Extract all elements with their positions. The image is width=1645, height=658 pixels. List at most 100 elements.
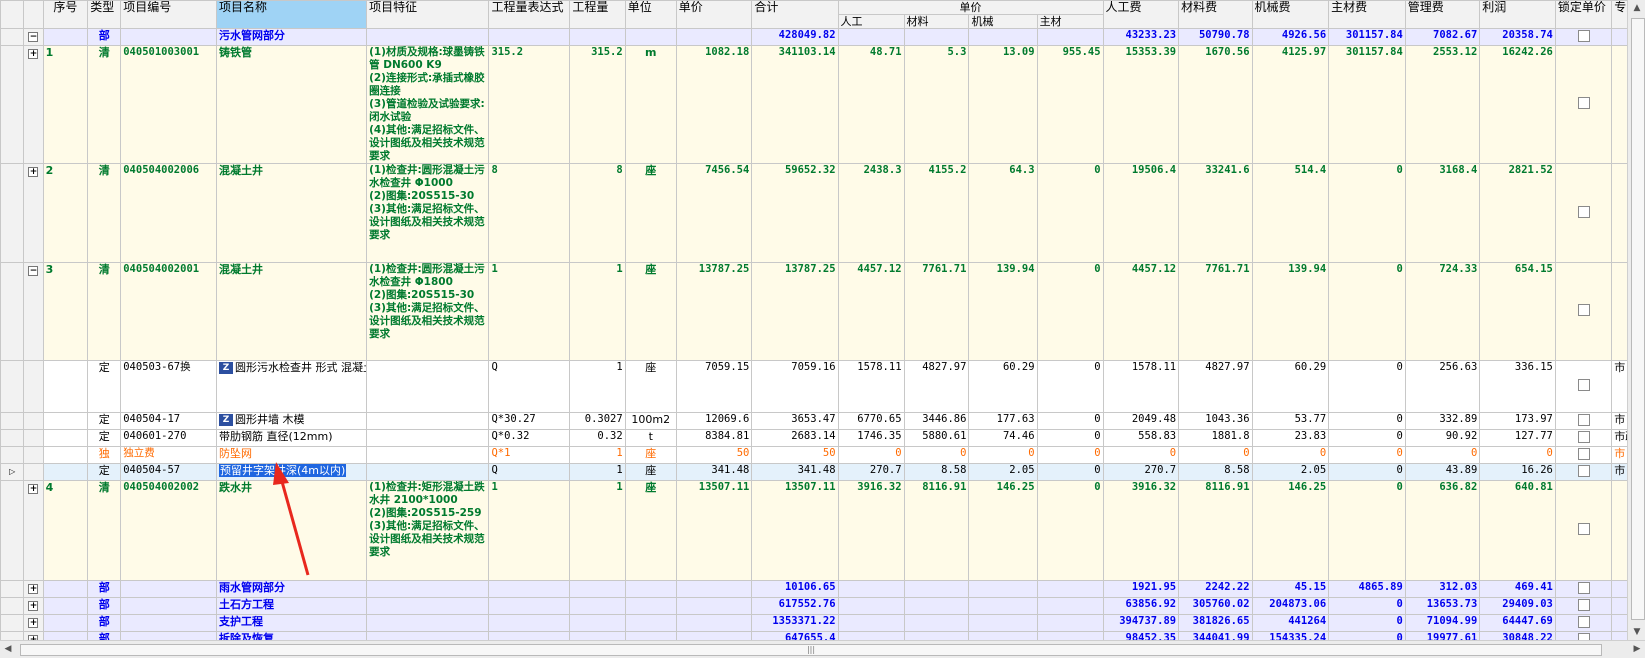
- cell-lock-price[interactable]: [1554, 163, 1613, 263]
- cell-profit[interactable]: 20358.74: [1479, 28, 1556, 46]
- cell-unit[interactable]: 座: [624, 463, 677, 481]
- cell-feature[interactable]: [366, 580, 490, 598]
- cell-material[interactable]: 4827.97: [903, 360, 970, 413]
- cell-material-fee[interactable]: 4827.97: [1178, 360, 1253, 413]
- bill-of-quantities-grid[interactable]: 序号 类型 项目编号 项目名称 项目特征 工程量表达式 工程量 单位 单价 合计…: [0, 0, 1627, 640]
- cell-code[interactable]: [120, 614, 218, 632]
- cell-material-fee[interactable]: 33241.6: [1178, 163, 1253, 263]
- cell-lock-price[interactable]: [1554, 580, 1613, 598]
- lock-price-checkbox[interactable]: [1577, 413, 1590, 426]
- cell-material-fee[interactable]: 1881.8: [1178, 429, 1253, 447]
- cell-lock-price[interactable]: [1554, 597, 1613, 615]
- cell-qty[interactable]: 1: [569, 480, 626, 581]
- cell-unit-price[interactable]: 50: [675, 446, 753, 464]
- cell-machine-fee[interactable]: 441264: [1251, 614, 1330, 632]
- col-header-feature[interactable]: 项目特征: [366, 0, 490, 29]
- cell-total[interactable]: 647655.4: [751, 631, 839, 640]
- cell-unit-price[interactable]: 1082.18: [675, 45, 753, 164]
- expand-icon[interactable]: +: [28, 618, 39, 628]
- cell-labor[interactable]: 270.7: [837, 463, 905, 481]
- table-row[interactable]: +4 清 040504002002 跌水井 (1)检查井:矩形混凝土跌水井 2100*1…: [0, 480, 1627, 581]
- cell-seq[interactable]: [42, 446, 89, 464]
- cell-total[interactable]: 59652.32: [751, 163, 839, 263]
- cell-lock-price[interactable]: [1554, 446, 1613, 464]
- cell-seq[interactable]: [42, 429, 89, 447]
- scroll-up-icon[interactable]: ▲: [1628, 0, 1645, 16]
- cell-main-mat-fee[interactable]: 0: [1328, 480, 1406, 581]
- expand-icon[interactable]: +: [28, 49, 39, 59]
- cell-labor[interactable]: [837, 597, 905, 615]
- cell-code[interactable]: [120, 28, 218, 46]
- cell-expr[interactable]: 315.2: [488, 45, 571, 164]
- horizontal-scroll-thumb[interactable]: |||: [20, 644, 1602, 656]
- cell-labor[interactable]: 1746.35: [837, 429, 905, 447]
- cell-name[interactable]: 污水管网部分: [216, 28, 368, 46]
- cell-main-mat-fee[interactable]: 0: [1328, 429, 1406, 447]
- cell-main-mat-fee[interactable]: 0: [1328, 360, 1406, 413]
- cell-feature[interactable]: [366, 631, 490, 640]
- cell-expr[interactable]: [488, 597, 571, 615]
- cell-total[interactable]: 341103.14: [751, 45, 839, 164]
- cell-unit[interactable]: 座: [624, 480, 677, 581]
- cell-labor[interactable]: [837, 28, 905, 46]
- cell-mgmt-fee[interactable]: 3168.4: [1404, 163, 1481, 263]
- cell-unit[interactable]: 100m2: [624, 412, 677, 430]
- quota-z-icon[interactable]: Z: [219, 362, 234, 374]
- cell-mgmt-fee[interactable]: 2553.12: [1404, 45, 1481, 164]
- row-header[interactable]: [0, 28, 25, 46]
- cell-lock-price[interactable]: [1554, 412, 1613, 430]
- cell-specialty[interactable]: [1611, 45, 1627, 164]
- cell-specialty[interactable]: [1611, 262, 1627, 361]
- cell-material[interactable]: 3446.86: [903, 412, 970, 430]
- row-header[interactable]: [0, 580, 25, 598]
- cell-expr[interactable]: [488, 28, 571, 46]
- row-header[interactable]: [0, 429, 25, 447]
- expand-icon[interactable]: +: [28, 601, 39, 611]
- cell-profit[interactable]: 2821.52: [1479, 163, 1556, 263]
- row-expander-cell[interactable]: +: [23, 580, 44, 598]
- cell-unit-price[interactable]: 7456.54: [675, 163, 753, 263]
- cell-profit[interactable]: 640.81: [1479, 480, 1556, 581]
- cell-main-mat[interactable]: 0: [1036, 262, 1104, 361]
- cell-machine[interactable]: [968, 580, 1038, 598]
- cell-expr[interactable]: Q: [488, 360, 571, 413]
- row-header[interactable]: [0, 597, 25, 615]
- cell-feature[interactable]: [366, 429, 490, 447]
- cell-total[interactable]: 1353371.22: [751, 614, 839, 632]
- col-header-seq[interactable]: 序号: [42, 0, 89, 29]
- col-header-unit-price-group[interactable]: 单价: [837, 0, 1104, 15]
- cell-material[interactable]: [903, 28, 970, 46]
- cell-specialty[interactable]: 市政水: [1611, 429, 1627, 447]
- cell-labor-fee[interactable]: 43233.23: [1102, 28, 1180, 46]
- col-header-qty[interactable]: 工程量: [569, 0, 626, 29]
- cell-mgmt-fee[interactable]: 7082.67: [1404, 28, 1481, 46]
- table-row[interactable]: − 部 污水管网部分 428049.82 43233.23 50790.78 4926.56…: [0, 28, 1627, 46]
- cell-total[interactable]: 3653.47: [751, 412, 839, 430]
- cell-main-mat-fee[interactable]: 301157.84: [1328, 45, 1406, 164]
- col-header-specialty[interactable]: 专业子: [1611, 0, 1627, 29]
- cell-name[interactable]: 拆除及恢复: [216, 631, 368, 640]
- cell-expr[interactable]: Q*0.32: [488, 429, 571, 447]
- row-expander-cell[interactable]: +: [23, 480, 44, 581]
- cell-code[interactable]: 040501003001: [120, 45, 218, 164]
- cell-seq[interactable]: [42, 28, 89, 46]
- cell-main-mat[interactable]: 0: [1036, 463, 1104, 481]
- cell-specialty[interactable]: 市: [1611, 360, 1627, 413]
- cell-material[interactable]: [903, 597, 970, 615]
- cell-machine[interactable]: 139.94: [968, 262, 1038, 361]
- cell-qty[interactable]: 1: [569, 360, 626, 413]
- cell-material-fee[interactable]: 7761.71: [1178, 262, 1253, 361]
- cell-qty[interactable]: 1: [569, 262, 626, 361]
- cell-material[interactable]: 8116.91: [903, 480, 970, 581]
- cell-qty[interactable]: [569, 28, 626, 46]
- cell-seq[interactable]: 1: [42, 45, 89, 164]
- cell-main-mat[interactable]: [1036, 597, 1104, 615]
- cell-type[interactable]: 清: [87, 262, 122, 361]
- cell-main-mat[interactable]: 0: [1036, 163, 1104, 263]
- cell-unit[interactable]: t: [624, 429, 677, 447]
- table-row[interactable]: + 部 雨水管网部分 10106.65 1921.95 2242.22 45.15 4865.…: [0, 580, 1627, 598]
- cell-labor[interactable]: 2438.3: [837, 163, 905, 263]
- table-row[interactable]: ▷ 定 040504-57 预留井字架井深(4m以内) Q 1 座 341.48 341.48 2…: [0, 463, 1627, 481]
- cell-material[interactable]: 5.3: [903, 45, 970, 164]
- cell-main-mat[interactable]: [1036, 28, 1104, 46]
